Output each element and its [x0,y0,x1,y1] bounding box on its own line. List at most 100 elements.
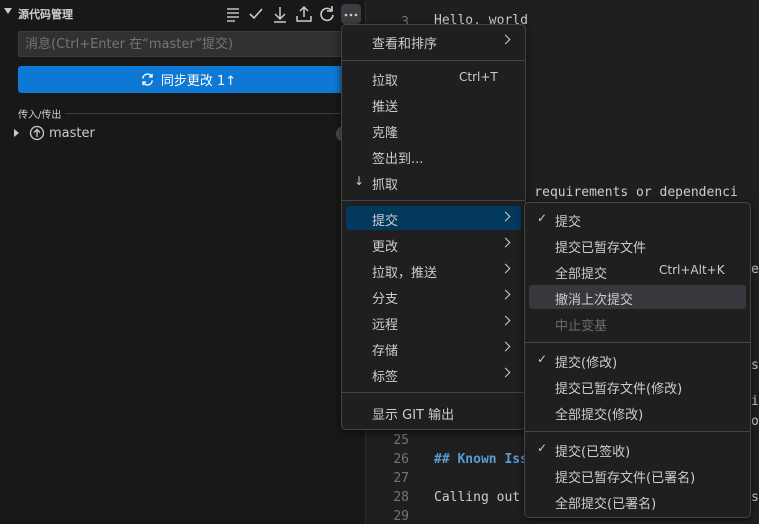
more-actions-menu: 查看和排序 拉取 Ctrl+T 推送 克隆 签出到... ↓ 抓取 提交 更改 … [341,24,526,430]
menu-item-remote[interactable]: 远程 [346,310,521,334]
view-as-list-icon[interactable] [223,4,243,24]
commit-message-input[interactable] [18,31,358,57]
submenu-item-commit-staged-signed[interactable]: 提交已暂存文件(已署名) [529,463,746,487]
line-number: 26 [393,452,409,467]
menu-item-label: 全部提交(修改) [555,408,644,423]
code-line: Calling out [434,490,521,505]
chevron-right-icon [500,237,511,248]
submenu-item-commit-all-amend[interactable]: 全部提交(修改) [529,400,746,424]
menu-item-label: 抓取 [372,178,399,193]
refresh-icon[interactable] [317,4,337,24]
menu-item-label: 拉取，推送 [372,266,438,281]
commit-check-icon[interactable] [246,4,266,24]
submenu-item-undo-last-commit[interactable]: 撤消上次提交 [529,285,746,309]
scm-header[interactable]: 源代码管理 [0,0,365,28]
menu-item-label: 显示 GIT 输出 [372,408,455,423]
line-number: 28 [393,490,409,505]
scm-title: 源代码管理 [18,8,73,21]
section-divider [65,113,357,114]
code-line: any requirements or dependenci [503,185,738,200]
menu-separator [342,392,525,393]
menu-item-commit[interactable]: 提交 [346,206,521,230]
menu-item-fetch[interactable]: ↓ 抓取 [346,170,521,194]
menu-item-view-sort[interactable]: 查看和排序 [346,29,521,53]
menu-item-stash[interactable]: 存储 [346,336,521,360]
code-line: se [751,490,759,505]
menu-item-checkout[interactable]: 签出到... [346,144,521,168]
sync-changes-button[interactable]: 同步更改 1↑ [18,66,358,93]
menu-item-pull-push[interactable]: 拉取，推送 [346,258,521,282]
menu-item-label: 中止变基 [555,319,608,334]
menu-item-label: 提交已暂存文件 [555,241,647,256]
chevron-right-icon [500,367,511,378]
check-icon: ✓ [537,352,548,366]
menu-item-tags[interactable]: 标签 [346,362,521,386]
code-line: e [751,262,759,277]
chevron-right-icon [500,211,511,222]
menu-item-label: 签出到... [372,152,424,167]
menu-item-label: 查看和排序 [372,37,438,52]
outgoing-arrow-up-icon [29,125,45,141]
menu-item-label: 全部提交 [555,267,608,282]
chevron-right-icon [500,289,511,300]
code-line: o [751,414,759,429]
menu-item-branch[interactable]: 分支 [346,284,521,308]
submenu-item-abort-rebase: 中止变基 [529,311,746,335]
chevron-right-icon [500,34,511,45]
submenu-item-commit-all-signed[interactable]: 全部提交(已署名) [529,489,746,513]
code-line: i [751,394,759,409]
check-icon: ✓ [537,211,548,225]
menu-separator [525,431,750,432]
submenu-item-commit-amend[interactable]: ✓ 提交(修改) [529,348,746,372]
menu-item-label: 提交(已签收) [555,445,631,460]
menu-item-clone[interactable]: 克隆 [346,118,521,142]
collapse-chevron-icon[interactable] [4,8,12,14]
menu-item-label: 更改 [372,240,399,255]
code-heading: ## Known Iss [434,452,528,467]
branch-name: master [49,126,95,141]
menu-item-label: 克隆 [372,126,399,141]
menu-item-label: 拉取 [372,74,399,89]
check-icon: ✓ [537,441,548,455]
line-number: 25 [393,433,409,448]
submenu-item-commit-all[interactable]: 全部提交 Ctrl+Alt+K [529,259,746,283]
chevron-right-icon [500,263,511,274]
menu-item-changes[interactable]: 更改 [346,232,521,256]
menu-item-label: 提交已暂存文件(已署名) [555,471,696,486]
line-number: 29 [393,509,409,524]
menu-item-label: 全部提交(已署名) [555,497,657,512]
code-line: se [751,358,759,373]
pull-arrow-down-icon[interactable] [270,4,290,24]
submenu-item-commit-staged-amend[interactable]: 提交已暂存文件(修改) [529,374,746,398]
menu-item-label: 撤消上次提交 [555,293,634,308]
menu-item-show-git-output[interactable]: 显示 GIT 输出 [346,400,521,424]
sync-icon [140,72,155,87]
submenu-item-commit[interactable]: ✓ 提交 [529,207,746,231]
more-actions-icon[interactable] [341,4,361,24]
menu-item-label: 提交(修改) [555,356,618,371]
submenu-item-commit-signed[interactable]: ✓ 提交(已签收) [529,437,746,461]
submenu-item-commit-staged[interactable]: 提交已暂存文件 [529,233,746,257]
menu-item-label: 分支 [372,292,399,307]
menu-separator [342,200,525,201]
source-control-panel: 源代码管理 同步更改 1↑ 传入/传出 master [0,0,366,524]
incoming-outgoing-label: 传入/传出 [18,110,62,121]
fetch-arrow-icon: ↓ [354,174,365,188]
menu-item-label: 提交 [555,215,582,230]
shortcut-label: Ctrl+Alt+K [659,263,725,277]
push-upload-icon[interactable] [294,4,314,24]
menu-item-label: 标签 [372,370,399,385]
menu-item-label: 存储 [372,344,399,359]
line-number: 27 [393,471,409,486]
chevron-right-icon [500,341,511,352]
menu-separator [342,60,525,61]
menu-item-label: 推送 [372,100,399,115]
sync-button-label: 同步更改 1↑ [160,74,237,89]
chevron-right-icon[interactable] [14,129,19,137]
menu-item-label: 提交已暂存文件(修改) [555,382,683,397]
menu-item-label: 远程 [372,318,399,333]
menu-item-push[interactable]: 推送 [346,92,521,116]
branch-row[interactable]: master [0,123,365,145]
menu-item-pull[interactable]: 拉取 Ctrl+T [346,66,521,90]
menu-separator [525,342,750,343]
